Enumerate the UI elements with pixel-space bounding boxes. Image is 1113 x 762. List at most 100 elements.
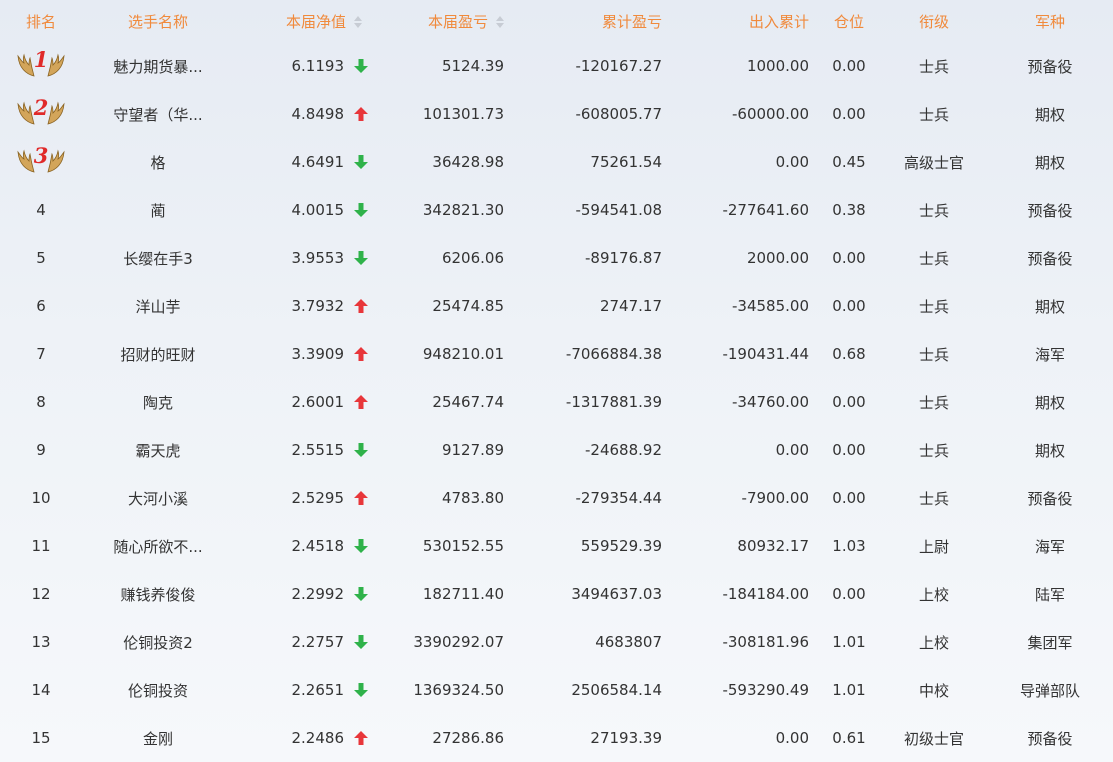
player-name-cell[interactable]: 伦铜投资2 xyxy=(82,618,234,666)
position-cell: 0.61 xyxy=(817,714,881,762)
player-name-cell[interactable]: 蔺 xyxy=(82,186,234,234)
net-value: 2.5295 xyxy=(291,489,345,507)
player-name[interactable]: 魅力期货暴... xyxy=(113,58,202,76)
rank-cell: 2 xyxy=(0,90,82,138)
cumulative-flow-cell: 0.00 xyxy=(670,138,817,186)
net-value-cell: 2.5515 xyxy=(234,426,370,474)
wing-left-icon xyxy=(17,53,35,77)
player-name[interactable]: 洋山芋 xyxy=(135,298,180,316)
branch-cell: 预备役 xyxy=(987,714,1113,762)
table-row[interactable]: 1 魅力期货暴... 6.1193 5124.39 -120167.27 100… xyxy=(0,42,1113,90)
player-name-cell[interactable]: 赚钱养俊俊 xyxy=(82,570,234,618)
table-header-row: 排名 选手名称 本届净值 本届盈亏 累计盈亏 出入累计 仓位 衔级 军种 xyxy=(0,0,1113,42)
rank-cell: 5 xyxy=(0,234,82,282)
player-name[interactable]: 陶克 xyxy=(143,394,173,412)
position-value: 0.00 xyxy=(832,249,866,267)
player-name[interactable]: 随心所欲不... xyxy=(113,538,202,556)
player-name[interactable]: 长缨在手3 xyxy=(123,250,193,268)
branch-cell: 导弹部队 xyxy=(987,666,1113,714)
player-name-cell[interactable]: 守望者（华... xyxy=(82,90,234,138)
rank-number: 13 xyxy=(31,633,51,651)
position-cell: 0.00 xyxy=(817,426,881,474)
net-value-cell: 3.7932 xyxy=(234,282,370,330)
branch-value: 海军 xyxy=(1034,345,1065,364)
table-row[interactable]: 9 霸天虎 2.5515 9127.89 -24688.92 0.00 0.00… xyxy=(0,426,1113,474)
table-row[interactable]: 15 金刚 2.2486 27286.86 27193.39 0.00 0.61… xyxy=(0,714,1113,762)
wing-right-icon xyxy=(47,53,65,77)
header-net-value[interactable]: 本届净值 xyxy=(234,0,370,42)
player-name[interactable]: 招财的旺财 xyxy=(120,346,195,364)
sort-icon[interactable] xyxy=(354,15,362,28)
branch-cell: 预备役 xyxy=(987,234,1113,282)
table-row[interactable]: 10 大河小溪 2.5295 4783.80 -279354.44 -7900.… xyxy=(0,474,1113,522)
cumulative-profit-cell: 4683807 xyxy=(512,618,670,666)
cumulative-profit-value: 4683807 xyxy=(595,633,662,651)
player-name-cell[interactable]: 随心所欲不... xyxy=(82,522,234,570)
profit-cell: 182711.40 xyxy=(370,570,512,618)
net-value-cell: 6.1193 xyxy=(234,42,370,90)
table-row[interactable]: 7 招财的旺财 3.3909 948210.01 -7066884.38 -19… xyxy=(0,330,1113,378)
branch-value: 预备役 xyxy=(1027,201,1073,220)
military-rank-value: 高级士官 xyxy=(903,153,964,172)
branch-cell: 预备役 xyxy=(987,474,1113,522)
player-name[interactable]: 蔺 xyxy=(150,202,165,220)
player-name[interactable]: 伦铜投资2 xyxy=(123,634,193,652)
player-name-cell[interactable]: 陶克 xyxy=(82,378,234,426)
profit-value: 101301.73 xyxy=(422,105,504,123)
net-value-cell: 2.2651 xyxy=(234,666,370,714)
table-row[interactable]: 8 陶克 2.6001 25467.74 -1317881.39 -34760.… xyxy=(0,378,1113,426)
net-value-cell: 2.5295 xyxy=(234,474,370,522)
table-row[interactable]: 2 守望者（华... 4.8498 101301.73 -608005.77 -… xyxy=(0,90,1113,138)
table-row[interactable]: 4 蔺 4.0015 342821.30 -594541.08 -277641.… xyxy=(0,186,1113,234)
player-name[interactable]: 赚钱养俊俊 xyxy=(120,586,195,604)
player-name-cell[interactable]: 招财的旺财 xyxy=(82,330,234,378)
position-cell: 0.00 xyxy=(817,234,881,282)
cumulative-flow-value: 0.00 xyxy=(775,729,809,747)
profit-value: 1369324.50 xyxy=(413,681,504,699)
military-rank-value: 士兵 xyxy=(918,249,949,268)
player-name[interactable]: 伦铜投资 xyxy=(128,682,188,700)
profit-value: 342821.30 xyxy=(422,201,504,219)
rank-cell: 7 xyxy=(0,330,82,378)
position-cell: 0.00 xyxy=(817,42,881,90)
player-name-cell[interactable]: 伦铜投资 xyxy=(82,666,234,714)
branch-value: 陆军 xyxy=(1034,585,1065,604)
table-row[interactable]: 3 格 4.6491 36428.98 75261.54 0.00 0.45 高… xyxy=(0,138,1113,186)
table-row[interactable]: 12 赚钱养俊俊 2.2992 182711.40 3494637.03 -18… xyxy=(0,570,1113,618)
player-name-cell[interactable]: 格 xyxy=(82,138,234,186)
rank-number: 5 xyxy=(36,249,46,267)
header-profit[interactable]: 本届盈亏 xyxy=(370,0,512,42)
table-row[interactable]: 11 随心所欲不... 2.4518 530152.55 559529.39 8… xyxy=(0,522,1113,570)
player-name[interactable]: 霸天虎 xyxy=(135,442,180,460)
cumulative-flow-cell: -34760.00 xyxy=(670,378,817,426)
profit-cell: 27286.86 xyxy=(370,714,512,762)
military-rank-cell: 士兵 xyxy=(881,474,987,522)
player-name[interactable]: 大河小溪 xyxy=(128,490,188,508)
profit-value: 36428.98 xyxy=(432,153,504,171)
profit-cell: 5124.39 xyxy=(370,42,512,90)
player-name-cell[interactable]: 长缨在手3 xyxy=(82,234,234,282)
profit-cell: 4783.80 xyxy=(370,474,512,522)
table-row[interactable]: 14 伦铜投资 2.2651 1369324.50 2506584.14 -59… xyxy=(0,666,1113,714)
player-name-cell[interactable]: 金刚 xyxy=(82,714,234,762)
table-row[interactable]: 5 长缨在手3 3.9553 6206.06 -89176.87 2000.00… xyxy=(0,234,1113,282)
cumulative-profit-cell: 2747.17 xyxy=(512,282,670,330)
player-name[interactable]: 金刚 xyxy=(143,730,173,748)
branch-value: 海军 xyxy=(1034,537,1065,556)
military-rank-value: 初级士官 xyxy=(903,729,964,748)
sort-icon[interactable] xyxy=(496,15,504,28)
table-row[interactable]: 13 伦铜投资2 2.2757 3390292.07 4683807 -3081… xyxy=(0,618,1113,666)
profit-value: 948210.01 xyxy=(422,345,504,363)
table-row[interactable]: 6 洋山芋 3.7932 25474.85 2747.17 -34585.00 … xyxy=(0,282,1113,330)
player-name-cell[interactable]: 洋山芋 xyxy=(82,282,234,330)
rank-number: 6 xyxy=(36,297,46,315)
player-name[interactable]: 守望者（华... xyxy=(113,106,202,124)
cumulative-flow-value: -184184.00 xyxy=(722,585,809,603)
player-name-cell[interactable]: 霸天虎 xyxy=(82,426,234,474)
profit-cell: 36428.98 xyxy=(370,138,512,186)
player-name[interactable]: 格 xyxy=(150,154,165,172)
military-rank-cell: 上校 xyxy=(881,570,987,618)
military-rank-cell: 士兵 xyxy=(881,330,987,378)
player-name-cell[interactable]: 大河小溪 xyxy=(82,474,234,522)
player-name-cell[interactable]: 魅力期货暴... xyxy=(82,42,234,90)
